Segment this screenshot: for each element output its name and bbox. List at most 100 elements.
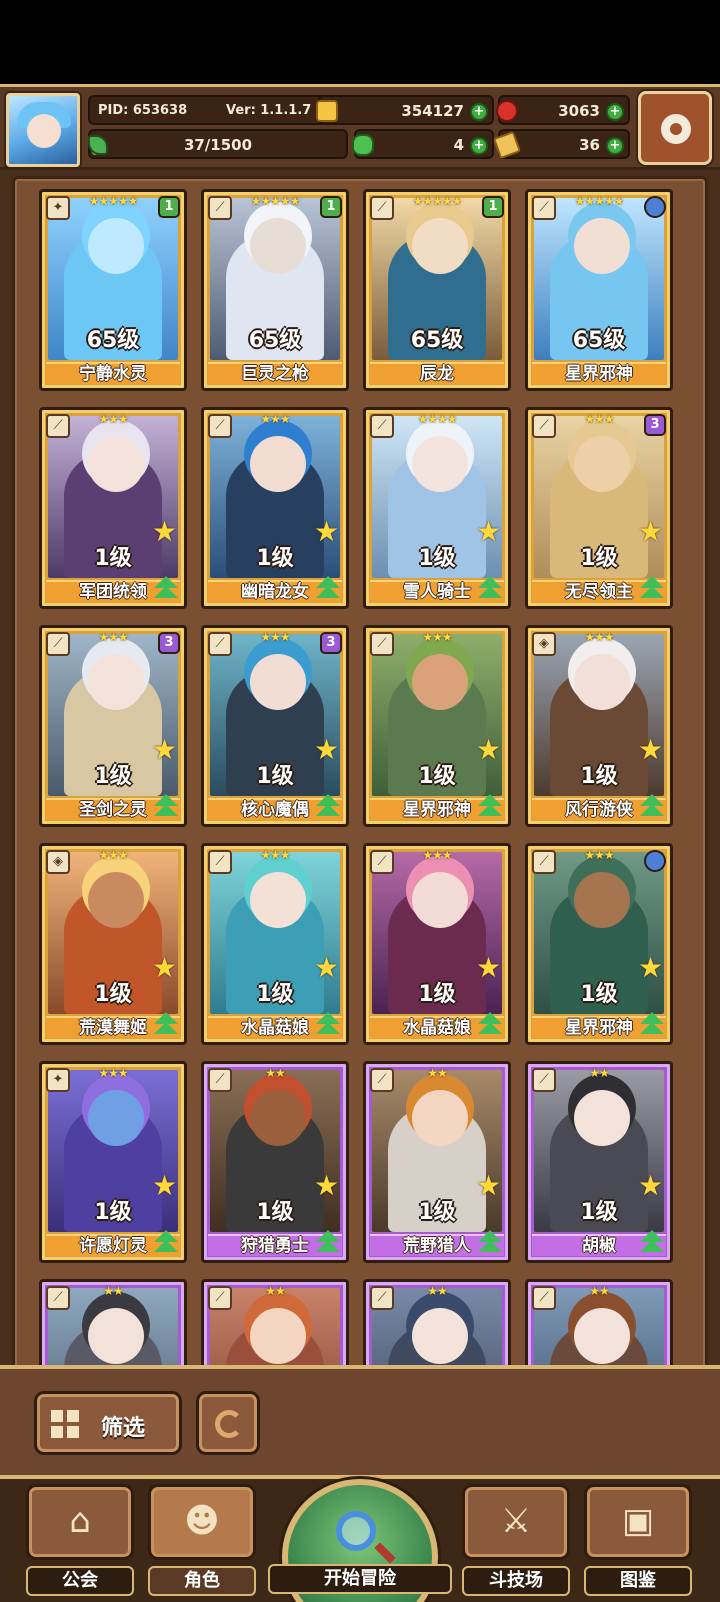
book-icon: ▣ (621, 1501, 655, 1541)
character-head (250, 1308, 306, 1364)
card-grid-frame: ★★★★★ ✦ 1 65级 宁静水灵 ★★★★★ ⟋ 1 65级 巨灵之枪 ★★★★★ ⟋ 1 65级 辰龙… (12, 176, 708, 1365)
add-ticket-button[interactable]: + (606, 137, 624, 155)
guild-house-icon: ⌂ (69, 1501, 91, 1541)
weapon-type-icon: ⟋ (532, 1068, 556, 1092)
add-clover-button[interactable]: + (470, 137, 488, 155)
weapon-type-icon: ◈ (532, 632, 556, 656)
star-upgrade-icon: ★ (314, 515, 340, 548)
star-upgrade-icon: ★ (638, 515, 664, 548)
crossed-swords-icon: ⚔ (500, 1501, 532, 1541)
character-card[interactable]: ★★ ⟋ (39, 1279, 187, 1365)
ticket-value: 36 (579, 136, 600, 154)
weapon-type-icon: ⟋ (208, 196, 232, 220)
card-name: 辰龙 (370, 362, 504, 384)
character-head (574, 1090, 630, 1146)
character-card[interactable]: ★★★★★ ⟋ 65级 星界邪神 (525, 189, 673, 391)
clover-value: 4 (453, 136, 464, 154)
character-head (88, 436, 144, 492)
character-card[interactable]: ★★★ ◈ 1级 风行游侠 ★ (525, 625, 673, 827)
character-card[interactable]: ★★★ ⟋ 1级 水晶菇娘 ★ (201, 843, 349, 1045)
level-up-arrow-icon (476, 1010, 504, 1038)
character-card[interactable]: ★★★★ ⟋ 1级 雪人骑士 ★ (363, 407, 511, 609)
star-upgrade-icon: ★ (638, 1169, 664, 1202)
status-bar (0, 0, 720, 84)
weapon-type-icon: ⟋ (532, 196, 556, 220)
character-card[interactable]: ★★★ ⟋ 1级 水晶菇娘 ★ (363, 843, 511, 1045)
nav-arena-tile: ⚔ (462, 1484, 570, 1560)
character-card[interactable]: ★★★ ⟋ 1级 星界邪神 ★ (525, 843, 673, 1045)
level-up-arrow-icon (476, 574, 504, 602)
character-card[interactable]: ★★ ⟋ 1级 狩猎勇士 ★ (201, 1061, 349, 1263)
start-adventure-button[interactable]: 开始冒险 (268, 1479, 452, 1602)
character-head (574, 436, 630, 492)
star-upgrade-icon: ★ (314, 1169, 340, 1202)
star-upgrade-icon: ★ (152, 951, 178, 984)
nav-character[interactable]: ☻ 角色 (148, 1484, 256, 1596)
character-head (88, 218, 144, 274)
settings-button[interactable] (638, 91, 712, 165)
character-card[interactable]: ★★★ ⟋ 3 1级 无尽领主 ★ (525, 407, 673, 609)
filter-button[interactable]: 筛选 (34, 1391, 182, 1455)
rank-badge: 1 (320, 196, 342, 218)
weapon-type-icon: ✦ (46, 196, 70, 220)
player-id: PID: 653638 (98, 103, 188, 118)
character-head (88, 1090, 144, 1146)
character-head (412, 654, 468, 710)
character-card[interactable]: ★★★ ◈ 1级 荒漠舞姬 ★ (39, 843, 187, 1045)
gold-counter: 354127 + (316, 95, 494, 125)
weapon-type-icon: ⟋ (370, 850, 394, 874)
nav-arena[interactable]: ⚔ 斗技场 (462, 1484, 570, 1596)
character-head (412, 872, 468, 928)
character-card[interactable]: ★★ ⟋ (363, 1279, 511, 1365)
character-card[interactable]: ★★★ ✦ 1级 许愿灯灵 ★ (39, 1061, 187, 1263)
refresh-icon (215, 1410, 243, 1438)
star-upgrade-icon: ★ (152, 733, 178, 766)
character-card[interactable]: ★★ ⟋ (201, 1279, 349, 1365)
rank-badge: 3 (320, 632, 342, 654)
character-card[interactable]: ★★★ ⟋ 3 1级 核心魔偶 ★ (201, 625, 349, 827)
character-card[interactable]: ★★ ⟋ (525, 1279, 673, 1365)
clover-icon (352, 134, 374, 156)
card-level: 65级 (86, 328, 140, 353)
character-head (412, 436, 468, 492)
game-version: Ver: 1.1.1.7 (226, 103, 312, 118)
nav-codex-tile: ▣ (584, 1484, 692, 1560)
rank-badge: 3 (644, 414, 666, 436)
character-head (88, 654, 144, 710)
nav-guild-label: 公会 (26, 1566, 134, 1596)
character-head (250, 872, 306, 928)
add-ruby-button[interactable]: + (606, 103, 624, 121)
refresh-button[interactable] (196, 1391, 260, 1455)
weapon-type-icon: ⟋ (46, 414, 70, 438)
character-card[interactable]: ★★★★★ ⟋ 1 65级 辰龙 (363, 189, 511, 391)
weapon-type-icon: ⟋ (370, 1286, 394, 1310)
add-gold-button[interactable]: + (470, 103, 488, 121)
nav-character-tile: ☻ (148, 1484, 256, 1560)
character-card[interactable]: ★★ ⟋ 1级 荒野猎人 ★ (363, 1061, 511, 1263)
nav-guild[interactable]: ⌂ 公会 (26, 1484, 134, 1596)
character-card[interactable]: ★★ ⟋ 1级 胡椒 ★ (525, 1061, 673, 1263)
level-up-arrow-icon (314, 792, 342, 820)
level-up-arrow-icon (638, 1010, 666, 1038)
character-card[interactable]: ★★★ ⟋ 1级 军团统领 ★ (39, 407, 187, 609)
card-name: 星界邪神 (532, 362, 666, 384)
character-card[interactable]: ★★★★★ ✦ 1 65级 宁静水灵 (39, 189, 187, 391)
card-level: 65级 (572, 328, 626, 353)
nav-codex[interactable]: ▣ 图鉴 (584, 1484, 692, 1596)
star-upgrade-icon: ★ (152, 1169, 178, 1202)
bottom-toolbar: 筛选 (0, 1365, 720, 1475)
player-avatar[interactable] (6, 93, 80, 167)
card-name: 宁静水灵 (46, 362, 180, 384)
character-card[interactable]: ★★★ ⟋ 1级 星界邪神 ★ (363, 625, 511, 827)
nav-character-label: 角色 (148, 1566, 256, 1596)
element-orb-icon (644, 196, 666, 218)
character-card[interactable]: ★★★ ⟋ 3 1级 圣剑之灵 ★ (39, 625, 187, 827)
character-card[interactable]: ★★★★★ ⟋ 1 65级 巨灵之枪 (201, 189, 349, 391)
weapon-type-icon: ⟋ (532, 1286, 556, 1310)
star-upgrade-icon: ★ (476, 951, 502, 984)
character-card[interactable]: ★★★ ⟋ 1级 幽暗龙女 ★ (201, 407, 349, 609)
ruby-value: 3063 (558, 102, 600, 120)
level-up-arrow-icon (152, 792, 180, 820)
star-upgrade-icon: ★ (476, 733, 502, 766)
weapon-type-icon: ⟋ (532, 850, 556, 874)
